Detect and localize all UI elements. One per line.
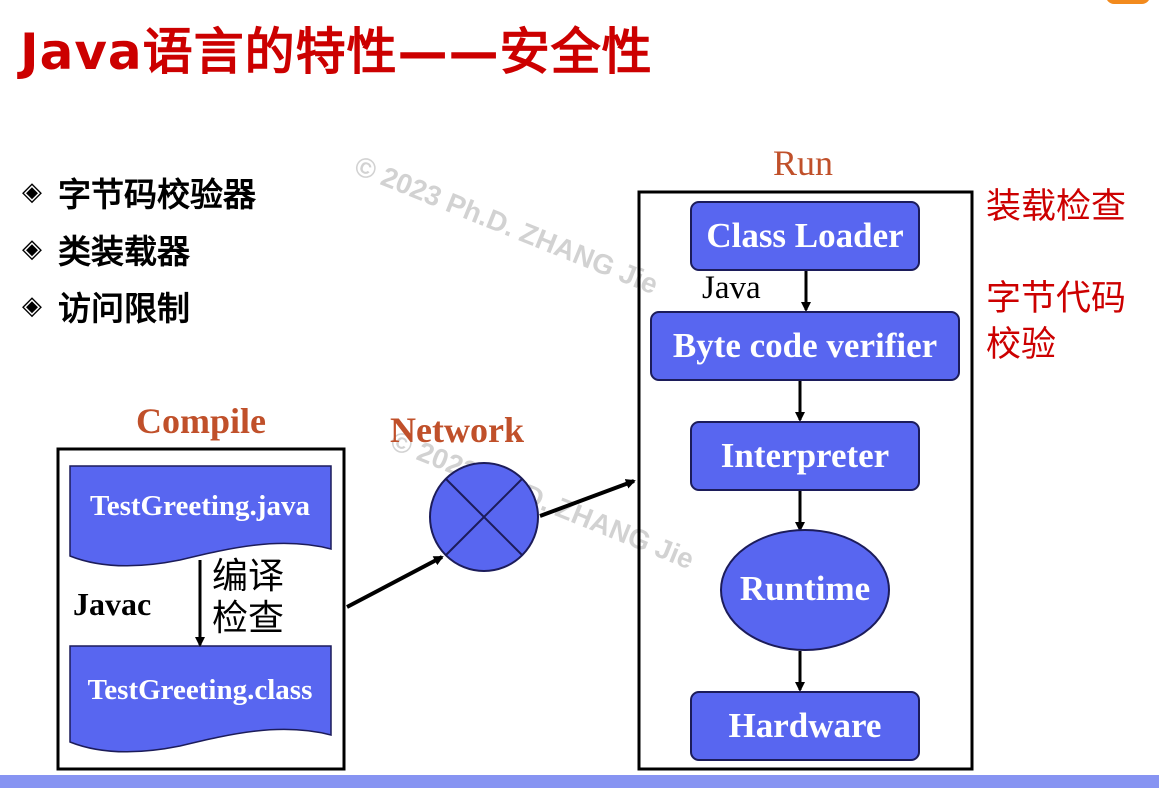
interpreter-box: Interpreter (690, 421, 920, 491)
bottom-bar (0, 775, 1159, 788)
class-file-label: TestGreeting.class (87, 674, 313, 706)
runtime-label: Runtime (739, 569, 871, 608)
javac-label: Javac (73, 586, 152, 622)
bytecode-check-note: 字节代码 校验 (986, 279, 1127, 365)
byte-code-verifier-box: Byte code verifier (650, 311, 960, 381)
hardware-box: Hardware (690, 691, 920, 761)
source-file-label: TestGreeting.java (90, 490, 310, 522)
class-loader-box: Class Loader (690, 201, 920, 271)
java-label: Java (702, 270, 761, 306)
to-run-arrow (539, 479, 636, 518)
compile-check-note: 编译 检查 (212, 556, 285, 639)
loading-check-note: 装载检查 (986, 187, 1127, 227)
to-network-arrow (346, 555, 444, 609)
